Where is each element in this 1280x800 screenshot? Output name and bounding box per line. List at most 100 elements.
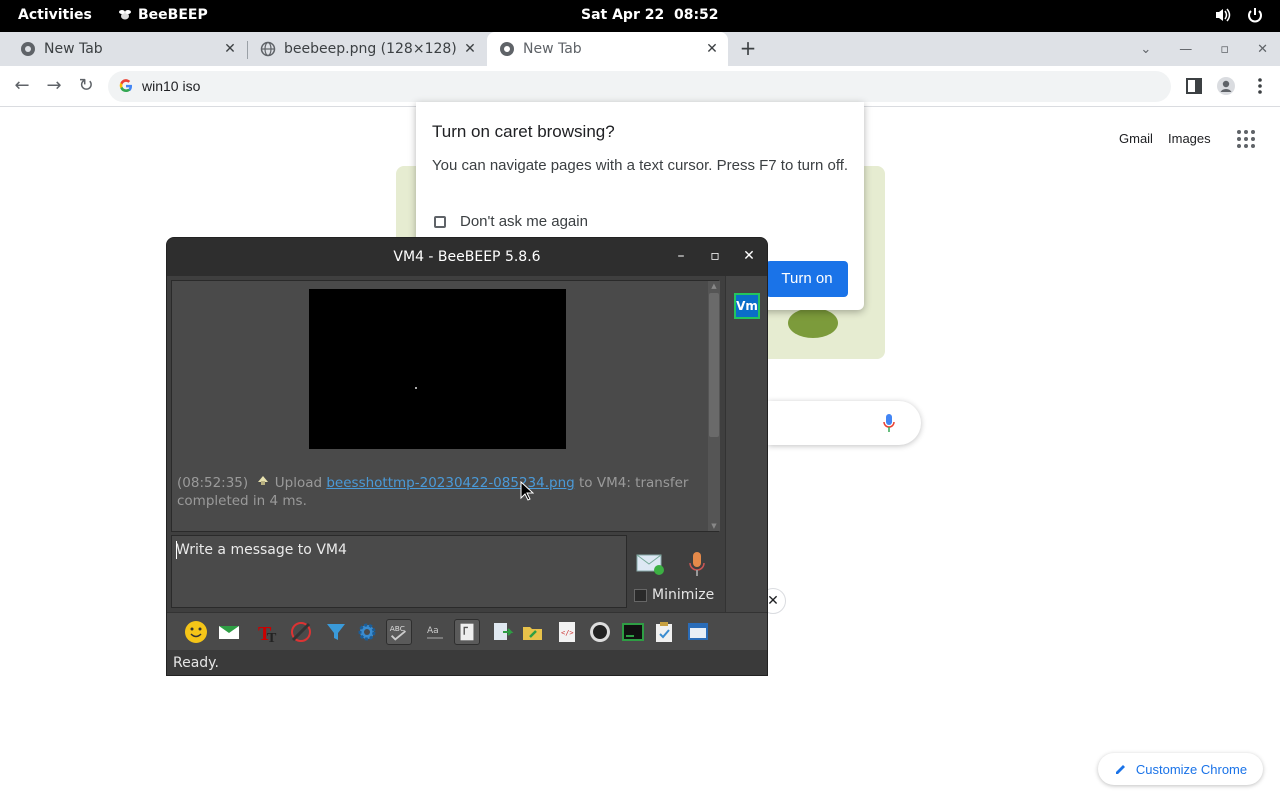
volume-icon[interactable] xyxy=(1214,6,1232,24)
font-icon[interactable]: TT xyxy=(255,619,281,645)
tab-close-button[interactable]: ✕ xyxy=(704,41,720,57)
filter-icon[interactable] xyxy=(323,619,349,645)
beebeep-maximize-button[interactable]: ▫ xyxy=(706,247,724,265)
svg-text:T: T xyxy=(267,631,277,645)
pencil-icon xyxy=(1115,765,1125,774)
chat-message: (08:52:35) Upload beesshottmp-20230422-0… xyxy=(177,474,697,510)
google-g-icon xyxy=(119,79,132,93)
clipboard-icon[interactable] xyxy=(651,619,677,645)
turn-on-button[interactable]: Turn on xyxy=(766,261,848,297)
beebeep-minimize-button[interactable]: – xyxy=(672,247,690,265)
forward-button[interactable]: → xyxy=(44,76,64,96)
minimize-checkbox[interactable] xyxy=(634,589,647,602)
side-panel-icon[interactable] xyxy=(1184,76,1204,96)
bee-icon xyxy=(119,10,131,20)
terminal-icon[interactable] xyxy=(620,619,646,645)
system-tray[interactable] xyxy=(1214,6,1264,24)
svg-text:Aa: Aa xyxy=(427,626,439,636)
uploaded-file-link[interactable]: beesshottmp-20230422-085234.png xyxy=(326,475,574,491)
profile-avatar-icon[interactable] xyxy=(1216,76,1236,96)
voice-message-icon[interactable] xyxy=(687,550,707,578)
dont-ask-checkbox[interactable] xyxy=(434,216,446,228)
tab-close-button[interactable]: ✕ xyxy=(462,41,478,57)
tab-search-icon[interactable]: ⌄ xyxy=(1140,42,1151,57)
beebeep-toolbar: TT ABC Aa </> xyxy=(167,612,767,650)
beebeep-close-button[interactable]: ✕ xyxy=(740,247,758,265)
folder-send-icon[interactable] xyxy=(520,619,546,645)
status-text: Ready. xyxy=(173,655,219,671)
browser-toolbar: ← → ↻ win10 iso xyxy=(0,66,1280,107)
file-send-icon[interactable] xyxy=(489,619,515,645)
chat-history[interactable]: (08:52:35) Upload beesshottmp-20230422-0… xyxy=(171,280,720,532)
dictionary-icon[interactable]: Aa xyxy=(422,619,448,645)
scrollbar-thumb[interactable] xyxy=(709,293,719,437)
send-message-icon[interactable] xyxy=(635,552,665,576)
tab-title: New Tab xyxy=(523,41,582,57)
beebeep-chat-window: VM4 - BeeBEEP 5.8.6 – ▫ ✕ (08:52:35) Upl… xyxy=(166,237,768,676)
activities-button[interactable]: Activities xyxy=(18,7,92,23)
new-tab-button[interactable]: + xyxy=(738,36,758,60)
app-menu[interactable]: BeeBEEP xyxy=(118,7,208,23)
app-name-label: BeeBEEP xyxy=(138,7,208,23)
beebeep-titlebar[interactable]: VM4 - BeeBEEP 5.8.6 – ▫ ✕ xyxy=(167,238,767,276)
screenshot-icon[interactable] xyxy=(587,619,613,645)
chrome-icon xyxy=(500,42,514,56)
chrome-icon xyxy=(21,42,35,56)
tab-beebeep-png[interactable]: beebeep.png (128×128) ✕ xyxy=(240,32,486,66)
settings-icon[interactable] xyxy=(354,619,380,645)
gnome-top-bar: Activities BeeBEEP Sat Apr 22 08:52 xyxy=(0,0,1280,32)
doodle-illustration xyxy=(788,308,838,338)
kebab-menu-icon[interactable] xyxy=(1250,76,1270,96)
tab-strip: New Tab ✕ beebeep.png (128×128) ✕ New Ta… xyxy=(0,32,1280,66)
dont-ask-label[interactable]: Don't ask me again xyxy=(460,213,588,230)
tab-new-tab-active[interactable]: New Tab ✕ xyxy=(487,32,728,66)
images-link[interactable]: Images xyxy=(1168,131,1211,146)
user-avatar-vm4[interactable]: Vm xyxy=(734,293,760,319)
message-time: (08:52:35) xyxy=(177,475,249,491)
customize-chrome-button[interactable]: Customize Chrome xyxy=(1098,753,1263,785)
tab-close-button[interactable]: ✕ xyxy=(222,41,238,57)
globe-icon xyxy=(260,41,276,57)
svg-text:</>: </> xyxy=(561,629,574,637)
html-icon[interactable]: </> xyxy=(554,619,580,645)
smiley-icon[interactable] xyxy=(183,619,209,645)
user-sidebar: Vm xyxy=(725,276,767,612)
back-button[interactable]: ← xyxy=(12,76,32,96)
window-controls: ⌄ — ▫ ✕ xyxy=(1140,32,1268,66)
clock[interactable]: Sat Apr 22 08:52 xyxy=(581,7,719,23)
mouse-cursor-icon xyxy=(520,481,534,501)
upload-icon xyxy=(258,476,269,485)
spellcheck-icon[interactable]: ABC xyxy=(386,619,412,645)
dialog-title: Turn on caret browsing? xyxy=(432,122,615,141)
google-apps-icon[interactable] xyxy=(1237,130,1255,148)
note-icon[interactable] xyxy=(454,619,480,645)
window-icon[interactable] xyxy=(685,619,711,645)
omnibox[interactable]: win10 iso xyxy=(108,71,1171,102)
tab-title: New Tab xyxy=(44,41,103,57)
scroll-up-arrow[interactable]: ▲ xyxy=(708,281,720,291)
envelope-icon[interactable] xyxy=(216,619,242,645)
scroll-down-arrow[interactable]: ▼ xyxy=(708,521,720,531)
minimize-label[interactable]: Minimize xyxy=(652,587,714,603)
omnibox-text[interactable]: win10 iso xyxy=(142,78,200,94)
close-window-button[interactable]: ✕ xyxy=(1257,42,1268,57)
maximize-window-button[interactable]: ▫ xyxy=(1220,42,1229,57)
reload-button[interactable]: ↻ xyxy=(76,76,96,96)
svg-text:ABC: ABC xyxy=(390,624,405,633)
power-icon[interactable] xyxy=(1246,6,1264,24)
status-bar: Ready. xyxy=(167,650,767,675)
chat-scrollbar[interactable]: ▲ ▼ xyxy=(708,281,720,531)
gmail-link[interactable]: Gmail xyxy=(1119,131,1153,146)
color-icon[interactable] xyxy=(288,619,314,645)
message-input-placeholder: Write a message to VM4 xyxy=(176,542,347,558)
message-input[interactable]: Write a message to VM4 xyxy=(171,535,627,608)
message-prefix: Upload xyxy=(270,475,327,491)
minimize-window-button[interactable]: — xyxy=(1179,42,1192,57)
tab-new-tab-1[interactable]: New Tab ✕ xyxy=(0,32,246,66)
voice-search-icon[interactable] xyxy=(882,413,896,433)
preview-cursor-dot xyxy=(415,387,417,389)
tab-title: beebeep.png (128×128) xyxy=(284,41,457,57)
google-search-box[interactable] xyxy=(768,401,921,445)
dialog-body: You can navigate pages with a text curso… xyxy=(432,157,849,174)
screenshot-preview[interactable] xyxy=(309,289,566,449)
